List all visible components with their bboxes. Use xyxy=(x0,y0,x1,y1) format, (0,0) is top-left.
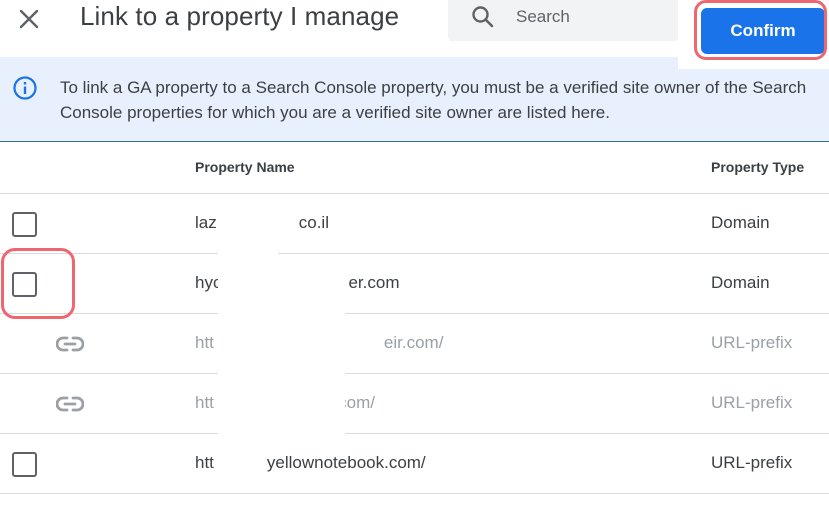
property-name: htt yellownotebook.com/ xyxy=(195,453,426,473)
table-row: laz co.il Domain xyxy=(0,194,829,254)
property-name-prefix: laz xyxy=(195,213,217,232)
info-banner-line-2: Console properties for which you are a v… xyxy=(60,103,610,122)
table-header: Property Name Property Type xyxy=(0,143,829,194)
search-icon xyxy=(472,6,494,28)
redaction-overlay xyxy=(218,196,273,252)
property-type: URL-prefix xyxy=(711,333,793,352)
table-row: htt s.com/ URL-prefix xyxy=(0,374,829,434)
property-name-suffix: yellownotebook.com/ xyxy=(266,453,426,472)
info-banner-text: To link a GA property to a Search Consol… xyxy=(60,75,829,125)
close-button[interactable] xyxy=(12,2,46,36)
info-banner: To link a GA property to a Search Consol… xyxy=(0,57,829,142)
close-icon xyxy=(19,9,39,29)
properties-table: Property Name Property Type laz co.il Dom… xyxy=(0,143,829,494)
confirm-button[interactable]: Confirm xyxy=(701,8,825,54)
redaction-overlay xyxy=(278,254,345,436)
table-row: htt eir.com/ URL-prefix xyxy=(0,314,829,374)
property-name-suffix: er.com xyxy=(348,273,400,292)
info-icon xyxy=(13,76,37,100)
column-header-property-type: Property Type xyxy=(711,159,805,175)
link-icon xyxy=(56,396,84,412)
property-type: URL-prefix xyxy=(711,453,793,472)
info-banner-line-1: To link a GA property to a Search Consol… xyxy=(60,78,807,97)
column-header-property-name: Property Name xyxy=(195,159,295,175)
property-type: Domain xyxy=(711,273,770,292)
row-checkbox[interactable] xyxy=(12,272,37,297)
dialog-title: Link to a property I manage xyxy=(80,1,400,31)
property-name-suffix: co.il xyxy=(298,213,329,232)
property-name-prefix: htt xyxy=(195,393,214,412)
property-name-prefix: htt xyxy=(195,333,214,352)
row-checkbox[interactable] xyxy=(12,212,37,237)
table-row: hyc er.com Domain xyxy=(0,254,829,314)
property-type: URL-prefix xyxy=(711,393,793,412)
table-row: htt yellownotebook.com/ URL-prefix xyxy=(0,434,829,494)
link-icon xyxy=(56,336,84,352)
property-name-prefix: htt xyxy=(195,453,214,472)
search-box[interactable] xyxy=(448,0,679,41)
search-input[interactable] xyxy=(516,2,666,32)
confirm-container: Confirm xyxy=(678,0,829,69)
row-checkbox[interactable] xyxy=(12,452,37,477)
property-name-suffix: eir.com/ xyxy=(383,333,444,352)
property-type: Domain xyxy=(711,213,770,232)
